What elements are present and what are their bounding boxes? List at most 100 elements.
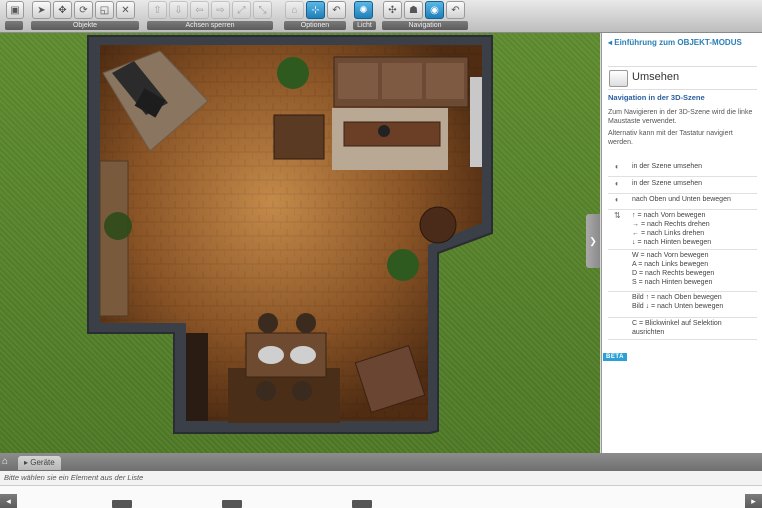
mouse-left-icon: ◖ <box>614 162 619 171</box>
3d-scene-viewport[interactable] <box>0 33 600 453</box>
toolbar-group-licht: ✺ Licht <box>352 0 377 31</box>
pointer-icon: ➤ <box>37 4 46 16</box>
toolbar-group-navigation: ✣ ☗ ◉ ↶ Navigation <box>381 0 469 31</box>
shortcut-row: W = nach Vorn bewegen A = nach Links bewe… <box>608 249 757 292</box>
pan-button[interactable]: ✣ <box>383 1 402 19</box>
shortcut-line: W = nach Vorn bewegen <box>632 252 709 259</box>
panel-title: Umsehen <box>632 71 680 83</box>
catalog-item[interactable] <box>112 500 132 508</box>
catalog-item[interactable] <box>352 500 372 508</box>
delete-button[interactable]: ✕ <box>116 1 135 19</box>
shortcut-text: ↑ = nach Vorn bewegen → = nach Rechts dre… <box>632 211 711 247</box>
shortcut-row: ◖ in der Szene umsehen <box>608 160 757 177</box>
sideboard-bottom <box>186 333 208 421</box>
toolbar-group-achsen-sperren: ⇧ ⇩ ⇦ ⇨ ⤢ ⤡ Achsen sperren <box>146 0 274 31</box>
axis-4-icon: ⇨ <box>216 4 225 16</box>
axis-1-button: ⇧ <box>148 1 167 19</box>
snap-button[interactable]: ⊹ <box>306 1 325 19</box>
person-icon: ☗ <box>409 4 418 16</box>
tab-geraete[interactable]: ▸ Geräte <box>18 456 61 470</box>
help-panel: ◂ Einführung zum OBJEKT-MODUS Umsehen Na… <box>601 33 762 453</box>
delete-icon: ✕ <box>121 4 130 16</box>
mouse-wheel-icon: ◖ <box>614 195 619 204</box>
orbit-icon: ◉ <box>430 4 439 16</box>
shortcut-line: in der Szene umsehen <box>632 163 703 170</box>
scale-button[interactable]: ◱ <box>95 1 114 19</box>
orbit-button[interactable]: ◉ <box>425 1 444 19</box>
shortcut-row: Bild ↑ = nach Oben bewegen Bild ↓ = nach … <box>608 291 757 318</box>
axis-1-icon: ⇧ <box>153 4 162 16</box>
person-button[interactable]: ☗ <box>404 1 423 19</box>
shortcut-text: in der Szene umsehen <box>632 162 702 171</box>
toolbar-group-label: Navigation <box>382 21 468 30</box>
shortcut-row: ⇅ ↑ = nach Vorn bewegen → = nach Rechts dr… <box>608 209 757 250</box>
shortcut-text: W = nach Vorn bewegen A = nach Links bewe… <box>632 251 714 287</box>
paragraph-keyboard: Alternativ kann mit der Tastatur navigie… <box>608 130 733 146</box>
toolbar: ▣ ➤ ✥ ⟳ ◱ ✕ Objekte ⇧ ⇩ ⇦ ⇨ ⤢ ⤡ Achsen sperren ⌂ ⊹ ↶ Opti… <box>0 0 762 33</box>
room-render <box>87 35 493 434</box>
undo-icon: ↶ <box>332 4 341 16</box>
tab-label: Geräte <box>30 458 55 467</box>
paragraph-mouse: Zum Navigieren in der 3D-Szene wird die … <box>608 109 753 125</box>
shortcut-row: ◖ in der Szene umsehen <box>608 177 757 194</box>
shortcut-line: nach Oben und Unten bewegen <box>632 196 731 203</box>
screenshot-button[interactable]: ▣ <box>6 1 24 19</box>
shortcut-text: C = Blickwinkel auf Selektion ausrichten <box>632 319 722 337</box>
chevron-left-icon: ◂ <box>608 38 613 47</box>
shortcut-line: D = nach Rechts bewegen <box>632 270 715 277</box>
axis-5-button: ⤢ <box>232 1 251 19</box>
shortcut-line: in der Szene umsehen <box>632 180 703 187</box>
catalog-prev-button[interactable]: ◂ <box>0 494 17 508</box>
round-table <box>419 206 457 244</box>
shortcut-line: ↓ = nach Hinten bewegen <box>632 239 712 246</box>
shortcut-row: C = Blickwinkel auf Selektion ausrichten <box>608 317 757 340</box>
intro-link-label[interactable]: Einführung zum OBJEKT-MODUS <box>614 38 742 47</box>
intro-link[interactable]: ◂ Einführung zum OBJEKT-MODUS <box>608 38 742 47</box>
toolbar-group-label: Achsen sperren <box>147 21 273 30</box>
catalog-item[interactable] <box>222 500 242 508</box>
panel-header: Umsehen <box>608 66 757 90</box>
shortcut-line: Bild ↓ = nach Unten bewegen <box>632 303 724 310</box>
axis-5-icon: ⤢ <box>237 4 246 16</box>
category-bar: ⌂ ▸ Geräte <box>0 453 762 471</box>
toolbar-group-optionen: ⌂ ⊹ ↶ Optionen <box>283 0 347 31</box>
shortcut-line: ausrichten <box>632 329 665 336</box>
undo-button[interactable]: ↶ <box>327 1 346 19</box>
screenshot-icon: ▣ <box>10 4 20 16</box>
rotate-button[interactable]: ⟳ <box>74 1 93 19</box>
plant-right <box>387 249 419 281</box>
shortcut-line: S = nach Hinten bewegen <box>632 279 713 286</box>
snap-icon: ⊹ <box>311 4 320 16</box>
light-button[interactable]: ✺ <box>354 1 373 19</box>
mouse-right-icon: ◖ <box>614 179 619 188</box>
scale-icon: ◱ <box>99 4 110 16</box>
toolbar-group-label <box>5 21 23 30</box>
tv-right <box>470 77 482 167</box>
shortcut-line: C = Blickwinkel auf Selektion <box>632 320 722 327</box>
move-icon: ✥ <box>58 4 67 16</box>
beta-badge: BETA <box>603 353 627 361</box>
option-1-button: ⌂ <box>285 1 304 19</box>
move-button[interactable]: ✥ <box>53 1 72 19</box>
armchair-top <box>273 114 325 160</box>
arrow-keys-icon: ⇅ <box>614 211 621 220</box>
reset-view-button[interactable]: ↶ <box>446 1 465 19</box>
panel-subtitle: Navigation in der 3D-Szene <box>608 93 705 102</box>
status-bar: Bitte wählen sie ein Element aus der Lis… <box>0 471 762 486</box>
catalog-next-button[interactable]: ▸ <box>745 494 762 508</box>
coffee-table <box>343 121 441 147</box>
reset-view-icon: ↶ <box>451 4 460 16</box>
shortcut-line: ← = nach Links drehen <box>632 230 705 237</box>
rotate-icon: ⟳ <box>79 4 88 16</box>
toolbar-group-objekte: ➤ ✥ ⟳ ◱ ✕ Objekte <box>30 0 140 31</box>
status-text: Bitte wählen sie ein Element aus der Lis… <box>4 473 144 482</box>
home-icon[interactable]: ⌂ <box>2 456 15 468</box>
light-icon: ✺ <box>359 4 368 16</box>
panel-collapse-handle[interactable]: ❯ <box>586 214 600 268</box>
toolbar-group-capture: ▣ <box>4 0 24 31</box>
toolbar-group-label: Optionen <box>284 21 346 30</box>
shortcut-text: nach Oben und Unten bewegen <box>632 195 731 204</box>
option-1-icon: ⌂ <box>291 4 298 16</box>
pointer-button[interactable]: ➤ <box>32 1 51 19</box>
shortcut-text: Bild ↑ = nach Oben bewegen Bild ↓ = nach … <box>632 293 723 311</box>
